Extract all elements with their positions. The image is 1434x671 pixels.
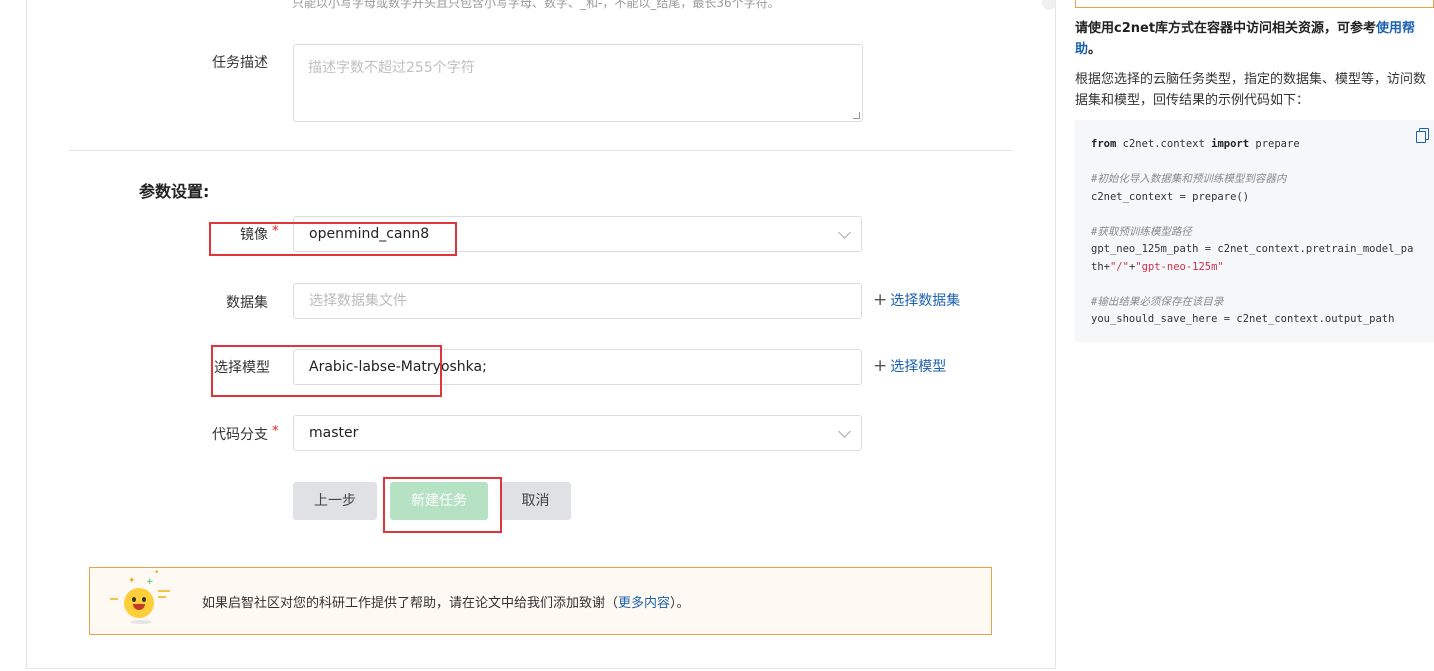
section-title: 参数设置: <box>139 182 210 201</box>
code-comment: #获取预训练模型路径 <box>1091 225 1192 238</box>
notice-text-after: ）。 <box>670 596 690 611</box>
add-model-text: 选择模型 <box>890 359 947 375</box>
highlight-box-image <box>209 222 457 256</box>
code-text: c2net.context <box>1116 138 1212 150</box>
code-line: c2net_context = prepare() <box>1091 190 1250 203</box>
chevron-down-icon <box>838 425 851 438</box>
sparkle-icon: + <box>146 577 154 587</box>
acknowledgement-notice: ✦ + • 如果启智社区对您的科研工作提供了帮助，请在论文中给我们添加致谢（更多… <box>89 567 992 635</box>
code-blank <box>1091 276 1434 294</box>
plus-icon: + <box>873 290 888 310</box>
smiley-shadow <box>130 620 152 624</box>
code-line: you_should_save_here = c2net_context.out… <box>1091 313 1395 325</box>
dataset-placeholder: 选择数据集文件 <box>309 293 407 309</box>
code-blank <box>1091 154 1434 172</box>
sparkle-icon: • <box>154 568 160 578</box>
right-panel-description: 根据您选择的云脑任务类型，指定的数据集、模型等，访问数据集和模型，回传结果的示例… <box>1075 72 1427 108</box>
notice-text-before: 如果启智社区对您的科研工作提供了帮助，请在论文中给我们添加致谢（ <box>202 596 619 611</box>
branch-label-text: 代码分支 <box>212 427 268 443</box>
dataset-label: 数据集 <box>226 295 268 311</box>
decor-dash <box>110 598 118 600</box>
decor-dash <box>158 590 170 592</box>
add-dataset-text: 选择数据集 <box>890 293 961 309</box>
chevron-down-icon <box>838 226 851 239</box>
code-line: th+"/"+"gpt-neo-125m" <box>1091 259 1434 277</box>
code-sample: from c2net.context import prepare #初始化导入… <box>1075 120 1434 342</box>
copy-icon-front <box>1416 131 1426 143</box>
notice-text: 如果启智社区对您的科研工作提供了帮助，请在论文中给我们添加致谢（更多内容）。 <box>202 592 690 611</box>
highlight-box-create <box>383 477 502 533</box>
highlight-box-model <box>211 345 442 397</box>
code-string: "gpt-neo-125m" <box>1135 260 1224 273</box>
description-textarea[interactable]: 描述字数不超过255个字符 <box>293 44 863 122</box>
add-dataset-link[interactable]: + 选择数据集 <box>873 290 960 310</box>
prev-step-button[interactable]: 上一步 <box>293 482 377 520</box>
code-keyword: import <box>1211 138 1250 150</box>
decor-dash <box>158 596 166 598</box>
desc-label: 任务描述 <box>212 55 268 71</box>
add-model-link[interactable]: + 选择模型 <box>873 356 946 376</box>
copy-icon[interactable] <box>1416 128 1429 143</box>
required-mark: * <box>272 424 279 439</box>
more-content-link[interactable]: 更多内容 <box>618 596 670 611</box>
right-panel-title-end: 。 <box>1088 42 1102 57</box>
right-panel-top-border <box>1075 0 1434 8</box>
branch-select[interactable]: master <box>293 415 862 451</box>
code-text: prepare <box>1249 138 1300 150</box>
task-name-hint: 只能以小写字母或数字开头且只包含小写字母、数字、_和-，不能以_结尾，最长36个… <box>292 0 780 10</box>
code-line: gpt_neo_125m_path = c2net_context.pretra… <box>1091 243 1414 255</box>
dataset-input[interactable]: 选择数据集文件 <box>293 283 862 319</box>
code-comment: #输出结果必须保存在该目录 <box>1091 295 1224 308</box>
code-string: "/" <box>1109 260 1129 273</box>
code-text: th+ <box>1091 260 1110 273</box>
code-comment: #初始化导入数据集和预训练模型到容器内 <box>1091 173 1287 185</box>
smiley-icon <box>124 588 154 618</box>
cancel-button[interactable]: 取消 <box>500 482 571 520</box>
sparkle-icon: ✦ <box>128 576 136 586</box>
right-panel-title-text: 请使用c2net库方式在容器中访问相关资源，可参考 <box>1075 21 1377 36</box>
resize-handle-icon[interactable] <box>853 112 860 119</box>
right-panel-title: 请使用c2net库方式在容器中访问相关资源，可参考使用帮助。 <box>1075 18 1434 60</box>
code-keyword: from <box>1091 138 1117 150</box>
description-placeholder: 描述字数不超过255个字符 <box>308 60 475 76</box>
section-divider <box>69 150 1012 151</box>
code-blank <box>1091 206 1434 224</box>
smiley-mouth <box>133 604 145 610</box>
branch-select-value: master <box>309 425 359 441</box>
smiley-eye <box>132 597 136 602</box>
branch-label: 代码分支 * <box>212 424 279 444</box>
plus-icon: + <box>873 356 888 376</box>
smiley-eye <box>142 597 146 602</box>
code-line: from c2net.context import prepare <box>1091 136 1434 154</box>
